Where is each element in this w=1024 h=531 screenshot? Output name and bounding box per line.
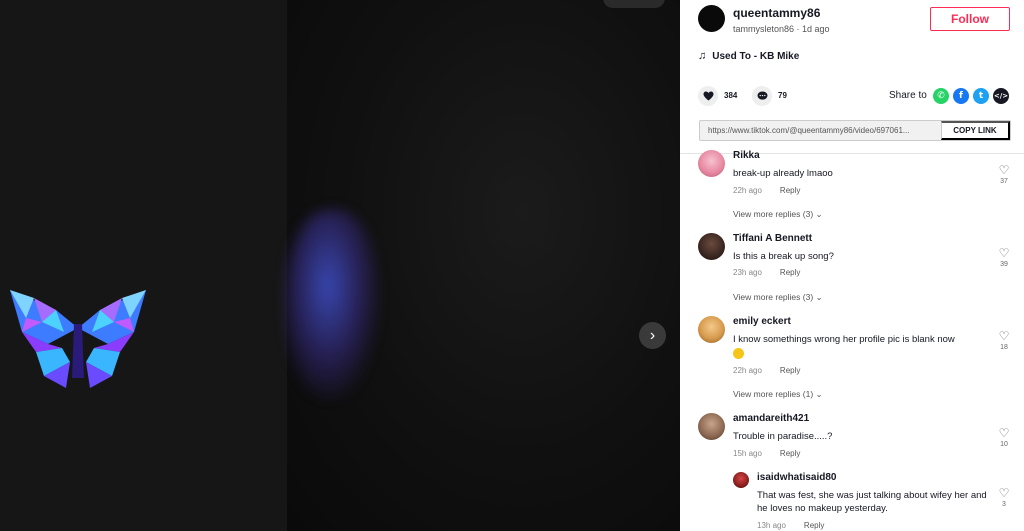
- embed-icon[interactable]: </>: [993, 88, 1009, 104]
- reply-button[interactable]: Reply: [780, 449, 800, 458]
- comment-meta: 22h ago Reply: [733, 366, 800, 375]
- butterfly-sticker: [10, 290, 146, 388]
- reply-button[interactable]: Reply: [780, 366, 800, 375]
- chevron-right-icon: ›: [649, 326, 656, 344]
- reply-item: isaidwhatisaid80 That was fest, she was …: [733, 472, 1014, 531]
- commenter-avatar[interactable]: [698, 316, 725, 343]
- comment-item: Rikka break-up already lmaoo 22h ago Repl…: [698, 150, 1014, 216]
- commenter-name[interactable]: amandareith421: [733, 413, 809, 424]
- view-more-replies[interactable]: View more replies (3) ⌄: [733, 292, 823, 303]
- comment-time: 23h ago: [733, 268, 762, 277]
- commenter-avatar[interactable]: [698, 413, 725, 440]
- heart-icon: ♡: [998, 246, 1010, 260]
- reply-like-button[interactable]: ♡ 3: [997, 487, 1011, 508]
- comment-text: I know somethings wrong her profile pic …: [733, 333, 983, 359]
- like-button[interactable]: [698, 86, 718, 106]
- comment-like-count: 10: [1000, 441, 1008, 448]
- commenter-name[interactable]: Rikka: [733, 150, 760, 161]
- commenter-avatar[interactable]: [698, 150, 725, 177]
- video-link-text[interactable]: https://www.tiktok.com/@queentammy86/vid…: [708, 126, 940, 135]
- comment-item: emily eckert I know somethings wrong her…: [698, 316, 1014, 382]
- comment-text: break-up already lmaoo: [733, 168, 833, 179]
- comment-time: 22h ago: [733, 366, 762, 375]
- reply-meta: 13h ago Reply: [757, 521, 824, 530]
- video-link-box: https://www.tiktok.com/@queentammy86/vid…: [699, 120, 1011, 141]
- share-label: Share to: [889, 90, 927, 101]
- comment-item: Tiffani A Bennett Is this a break up son…: [698, 233, 1014, 283]
- comment-like-button[interactable]: ♡ 10: [997, 427, 1011, 448]
- comment-like-button[interactable]: ♡ 18: [997, 330, 1011, 351]
- comment-count: 79: [778, 91, 787, 100]
- comment-text: Is this a break up song?: [733, 251, 834, 262]
- replier-name[interactable]: isaidwhatisaid80: [757, 472, 836, 483]
- whatsapp-icon[interactable]: ✆: [933, 88, 949, 104]
- comment-meta: 23h ago Reply: [733, 268, 800, 277]
- comment-like-count: 18: [1000, 344, 1008, 351]
- heart-icon: ♡: [998, 426, 1010, 440]
- comment-text-content: I know somethings wrong her profile pic …: [733, 334, 955, 345]
- heart-icon: [703, 91, 713, 101]
- follow-button[interactable]: Follow: [930, 7, 1010, 31]
- details-panel: queentammy86 tammysleton86 · 1d ago Foll…: [680, 0, 1024, 531]
- reply-button[interactable]: Reply: [780, 186, 800, 195]
- commenter-name[interactable]: emily eckert: [733, 316, 791, 327]
- heart-icon: ♡: [998, 163, 1010, 177]
- comment-time: 15h ago: [733, 449, 762, 458]
- heart-icon: ♡: [998, 486, 1010, 500]
- comment-button[interactable]: [752, 86, 772, 106]
- replier-avatar[interactable]: [733, 472, 749, 488]
- comment-like-button[interactable]: ♡ 39: [997, 247, 1011, 268]
- author-header: queentammy86 tammysleton86 · 1d ago Foll…: [698, 4, 1010, 40]
- author-handle[interactable]: queentammy86: [733, 6, 820, 20]
- smiley-emoji-icon: [733, 348, 744, 359]
- author-avatar[interactable]: [698, 5, 725, 32]
- comment-meta: 22h ago Reply: [733, 186, 800, 195]
- reply-button[interactable]: Reply: [804, 521, 824, 530]
- comment-like-count: 39: [1000, 261, 1008, 268]
- copy-link-button[interactable]: COPY LINK: [941, 121, 1010, 140]
- reply-like-count: 3: [1002, 501, 1006, 508]
- next-video-button[interactable]: ›: [639, 322, 666, 349]
- comment-like-count: 37: [1000, 178, 1008, 185]
- music-title: Used To - KB Mike: [712, 50, 800, 62]
- music-note-icon: ♫: [698, 50, 707, 62]
- video-player[interactable]: ›: [0, 0, 680, 531]
- blurred-figure: [285, 210, 380, 400]
- heart-icon: ♡: [998, 329, 1010, 343]
- music-link[interactable]: ♫ Used To - KB Mike: [698, 50, 799, 62]
- commenter-avatar[interactable]: [698, 233, 725, 260]
- engagement-row: 384 79 Share to ✆ f t </>: [698, 86, 1010, 108]
- facebook-icon[interactable]: f: [953, 88, 969, 104]
- like-count: 384: [724, 91, 738, 100]
- video-frame-left: [0, 0, 287, 531]
- author-subline: tammysleton86 · 1d ago: [733, 24, 830, 34]
- view-more-replies[interactable]: View more replies (3) ⌄: [733, 209, 823, 220]
- view-more-replies[interactable]: View more replies (1) ⌄: [733, 389, 823, 400]
- comment-icon: [757, 91, 767, 100]
- comment-text: Trouble in paradise.....?: [733, 431, 833, 442]
- reply-time: 13h ago: [757, 521, 786, 530]
- comment-item: amandareith421 Trouble in paradise.....?…: [698, 413, 1014, 463]
- reply-text: That was fest, she was just talking abou…: [757, 490, 987, 514]
- comment-meta: 15h ago Reply: [733, 449, 800, 458]
- twitter-icon[interactable]: t: [973, 88, 989, 104]
- comment-like-button[interactable]: ♡ 37: [997, 164, 1011, 185]
- comment-time: 22h ago: [733, 186, 762, 195]
- commenter-name[interactable]: Tiffani A Bennett: [733, 233, 812, 244]
- reply-button[interactable]: Reply: [780, 268, 800, 277]
- video-control-pill[interactable]: [603, 0, 665, 8]
